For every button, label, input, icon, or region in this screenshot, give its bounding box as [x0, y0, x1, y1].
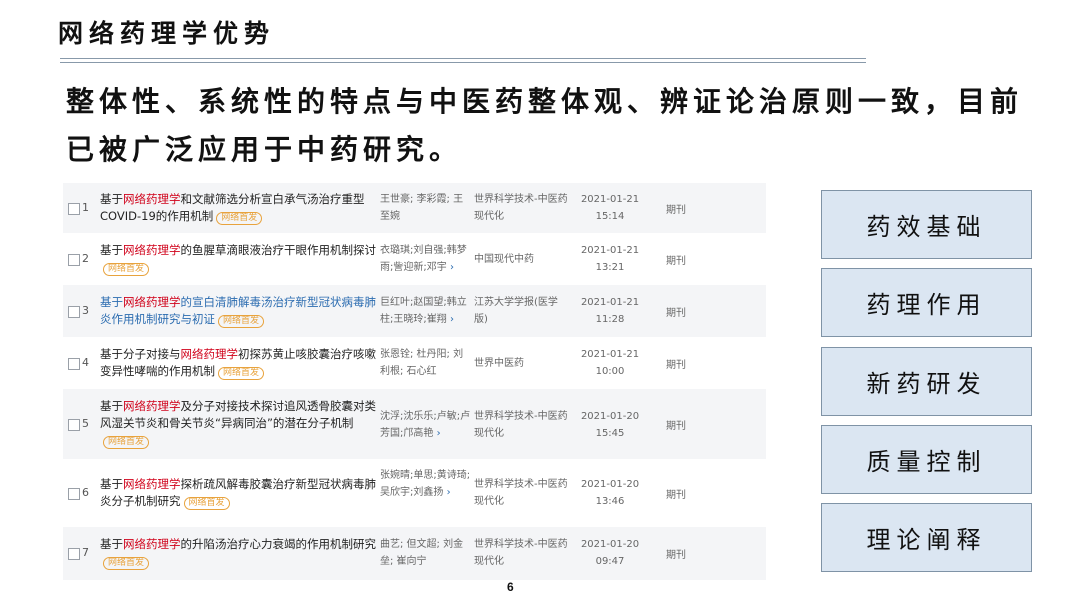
result-title[interactable]: 基于网络药理学的鱼腥草滴眼液治疗干眼作用机制探讨网络首发: [100, 242, 376, 276]
title-divider: [60, 58, 866, 59]
row-number: 3: [82, 304, 89, 317]
title-divider-2: [60, 62, 866, 63]
row-checkbox[interactable]: [68, 306, 80, 318]
row-number: 4: [82, 356, 89, 369]
result-date: 2021-01-21 11:28: [580, 297, 640, 325]
first-publish-badge: 网络首发: [216, 212, 263, 225]
result-type: 期刊: [666, 205, 686, 216]
chevron-right-icon[interactable]: ›: [437, 428, 441, 439]
result-title[interactable]: 基于分子对接与网络药理学初探苏黄止咳胶囊治疗咳嗽变异性哮喘的作用机制 网络首发: [100, 346, 376, 380]
result-source[interactable]: 世界中医药: [474, 355, 569, 372]
search-results-table: 1 基于网络药理学和文献筛选分析宣白承气汤治疗重型COVID-19的作用机制 网络…: [63, 183, 766, 580]
result-source[interactable]: 世界科学技术-中医药现代化: [474, 191, 569, 225]
result-source[interactable]: 中国现代中药: [474, 251, 569, 268]
chevron-right-icon[interactable]: ›: [450, 314, 454, 325]
table-row: 3 基于网络药理学的宣白清肺解毒汤治疗新型冠状病毒肺炎作用机制研究与初证 网络首发…: [63, 285, 766, 337]
result-authors[interactable]: 曲艺; 但文超; 刘金垒; 崔向宁: [380, 536, 472, 570]
result-type: 期刊: [666, 421, 686, 432]
table-row: 5 基于网络药理学及分子对接技术探讨追风透骨胶囊对类风湿关节炎和骨关节炎“异病同…: [63, 389, 766, 459]
table-row: 7 基于网络药理学的升陷汤治疗心力衰竭的作用机制研究网络首发 曲艺; 但文超; …: [63, 527, 766, 580]
row-number: 6: [82, 486, 89, 499]
result-date: 2021-01-20 13:46: [580, 479, 640, 507]
result-source[interactable]: 世界科学技术-中医药现代化: [474, 476, 569, 510]
pharmacological-action-button[interactable]: 药理作用: [821, 268, 1032, 337]
result-date: 2021-01-21 10:00: [580, 349, 640, 377]
result-title[interactable]: 基于网络药理学和文献筛选分析宣白承气汤治疗重型COVID-19的作用机制 网络首发: [100, 191, 376, 225]
result-type: 期刊: [666, 308, 686, 319]
first-publish-badge: 网络首发: [103, 263, 150, 276]
table-row: 6 基于网络药理学探析疏风解毒胶囊治疗新型冠状病毒肺炎分子机制研究 网络首发 张婉…: [63, 459, 766, 527]
result-source[interactable]: 江苏大学学报(医学版): [474, 294, 569, 328]
result-type: 期刊: [666, 256, 686, 267]
table-row: 2 基于网络药理学的鱼腥草滴眼液治疗干眼作用机制探讨网络首发 衣璐琪;刘自强;韩…: [63, 233, 766, 285]
first-publish-badge: 网络首发: [103, 436, 150, 449]
first-publish-badge: 网络首发: [103, 557, 150, 570]
result-type: 期刊: [666, 550, 686, 561]
row-checkbox[interactable]: [68, 203, 80, 215]
row-number: 5: [82, 417, 89, 430]
row-checkbox[interactable]: [68, 488, 80, 500]
result-type: 期刊: [666, 490, 686, 501]
row-checkbox[interactable]: [68, 254, 80, 266]
slide-title: 网络药理学优势: [58, 19, 276, 48]
result-authors[interactable]: 张恩铨; 杜丹阳; 刘利根; 石心红: [380, 346, 472, 380]
result-title[interactable]: 基于网络药理学的升陷汤治疗心力衰竭的作用机制研究网络首发: [100, 536, 376, 570]
result-authors[interactable]: 张婉晴;单思;黄诗琦;吴欣宇;刘鑫扬 ›: [380, 467, 472, 501]
row-number: 1: [82, 201, 89, 214]
result-source[interactable]: 世界科学技术-中医药现代化: [474, 536, 569, 570]
chevron-right-icon[interactable]: ›: [450, 262, 454, 273]
row-number: 7: [82, 546, 89, 559]
first-publish-badge: 网络首发: [183, 497, 230, 510]
first-publish-badge: 网络首发: [218, 367, 265, 380]
quality-control-button[interactable]: 质量控制: [821, 425, 1032, 494]
result-title[interactable]: 基于网络药理学及分子对接技术探讨追风透骨胶囊对类风湿关节炎和骨关节炎“异病同治”…: [100, 398, 376, 449]
result-authors[interactable]: 王世豪; 李彩霞; 王至婉: [380, 191, 472, 225]
result-authors[interactable]: 衣璐琪;刘自强;韩梦雨;訾迎新;邓宇 ›: [380, 242, 472, 276]
result-authors[interactable]: 沈浮;沈乐乐;卢敏;卢芳国;邝高艳 ›: [380, 408, 472, 442]
new-drug-development-button[interactable]: 新药研发: [821, 347, 1032, 416]
row-checkbox[interactable]: [68, 419, 80, 431]
result-date: 2021-01-21 13:21: [580, 245, 640, 273]
row-checkbox[interactable]: [68, 548, 80, 560]
efficacy-basis-button[interactable]: 药效基础: [821, 190, 1032, 259]
chevron-right-icon[interactable]: ›: [447, 487, 451, 498]
result-date: 2021-01-20 15:45: [580, 411, 640, 439]
intro-text: 整体性、系统性的特点与中医药整体观、辨证论治原则一致，目前已被广泛应用于中药研究…: [66, 85, 1024, 166]
table-row: 4 基于分子对接与网络药理学初探苏黄止咳胶囊治疗咳嗽变异性哮喘的作用机制 网络首发…: [63, 337, 766, 389]
row-checkbox[interactable]: [68, 358, 80, 370]
page-number: 6: [507, 580, 514, 594]
result-title[interactable]: 基于网络药理学的宣白清肺解毒汤治疗新型冠状病毒肺炎作用机制研究与初证 网络首发: [100, 294, 376, 328]
table-row: 1 基于网络药理学和文献筛选分析宣白承气汤治疗重型COVID-19的作用机制 网络…: [63, 183, 766, 233]
theory-elucidation-button[interactable]: 理论阐释: [821, 503, 1032, 572]
result-title[interactable]: 基于网络药理学探析疏风解毒胶囊治疗新型冠状病毒肺炎分子机制研究 网络首发: [100, 476, 376, 510]
result-date: 2021-01-20 09:47: [580, 539, 640, 567]
result-type: 期刊: [666, 360, 686, 371]
result-date: 2021-01-21 15:14: [580, 194, 640, 222]
result-authors[interactable]: 巨红叶;赵国望;韩立柱;王晓玲;崔翔 ›: [380, 294, 472, 328]
first-publish-badge: 网络首发: [218, 315, 265, 328]
result-source[interactable]: 世界科学技术-中医药现代化: [474, 408, 569, 442]
row-number: 2: [82, 252, 89, 265]
